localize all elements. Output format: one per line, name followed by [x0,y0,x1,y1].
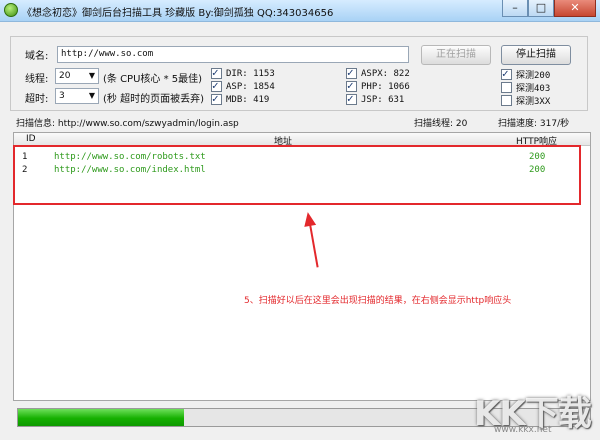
dict-php-checkbox[interactable]: PHP: 1066 [346,79,410,92]
domain-label: 域名: [25,51,49,62]
dict-aspx-checkbox[interactable]: ASPX: 822 [346,66,410,79]
start-scan-button[interactable]: 正在扫描 [421,45,491,65]
dict-jsp-label: JSP: 631 [361,94,405,105]
settings-panel: 域名: http://www.so.com 正在扫描 停止扫描 线程: 20 ▼… [10,36,588,111]
dict-php-label: PHP: 1066 [361,81,410,92]
dict-mdb-checkbox[interactable]: MDB: 419 [211,92,270,105]
checkbox-checked-icon [211,66,222,79]
chevron-down-icon: ▼ [88,91,95,100]
threads-label: 线程: [25,74,49,85]
progress-fill [18,409,184,426]
checkbox-checked-icon [211,79,222,92]
timeout-select[interactable]: 3 ▼ [55,88,99,104]
watermark-url: www.kkx.net [494,425,552,435]
dict-asp-label: ASP: 1854 [226,81,275,92]
dict-dir-checkbox[interactable]: DIR: 1153 [211,66,275,79]
dict-dir-label: DIR: 1153 [226,68,275,79]
checkbox-unchecked-icon [501,82,512,93]
checkbox-checked-icon [211,92,222,105]
checkbox-checked-icon [346,92,357,105]
scan-threads: 扫描线程: 20 [414,119,468,129]
checkbox-checked-icon [346,79,357,92]
dict-aspx-label: ASPX: 822 [361,68,410,79]
header-id[interactable]: ID [26,134,36,144]
threads-value: 20 [59,71,71,81]
dict-mdb-label: MDB: 419 [226,94,270,105]
maximize-button[interactable]: □ [528,0,554,17]
annotation-text: 5、扫描好以后在这里会出现扫描的结果，在右侧会显示http响应头 [244,296,512,306]
probe-3xx-label: 探测3XX [516,97,551,107]
window-title: 《想念初恋》御剑后台扫描工具 珍藏版 By:御剑孤独 QQ:343034656 [22,8,334,19]
timeout-hint: (秒 超时的页面被丢弃) [103,94,204,105]
probe-200-checkbox[interactable]: 探测200 [501,67,551,81]
probe-403-checkbox[interactable]: 探测403 [501,81,550,94]
minimize-button[interactable]: – [502,0,528,17]
title-bar: 《想念初恋》御剑后台扫描工具 珍藏版 By:御剑孤独 QQ:343034656 … [0,0,600,22]
threads-hint: (条 CPU核心 * 5最佳) [103,74,203,85]
domain-input[interactable]: http://www.so.com [57,46,409,63]
checkbox-checked-icon [501,67,512,80]
probe-200-label: 探测200 [516,71,551,81]
scan-info: 扫描信息: http://www.so.com/szwyadmin/login.… [16,119,239,129]
checkbox-unchecked-icon [501,95,512,106]
timeout-label: 超时: [25,94,49,105]
threads-select[interactable]: 20 ▼ [55,68,99,84]
results-highlight-box [13,145,581,205]
dict-jsp-checkbox[interactable]: JSP: 631 [346,92,405,105]
timeout-value: 3 [59,91,65,101]
stop-scan-button[interactable]: 停止扫描 [501,45,571,65]
dict-asp-checkbox[interactable]: ASP: 1854 [211,79,275,92]
chevron-down-icon: ▼ [88,71,95,80]
checkbox-checked-icon [346,66,357,79]
scan-speed: 扫描速度: 317/秒 [498,119,570,129]
probe-403-label: 探测403 [516,84,551,94]
window-controls: – □ ✕ [502,0,596,18]
app-icon [4,3,18,17]
probe-3xx-checkbox[interactable]: 探测3XX [501,94,550,107]
close-button[interactable]: ✕ [554,0,596,17]
